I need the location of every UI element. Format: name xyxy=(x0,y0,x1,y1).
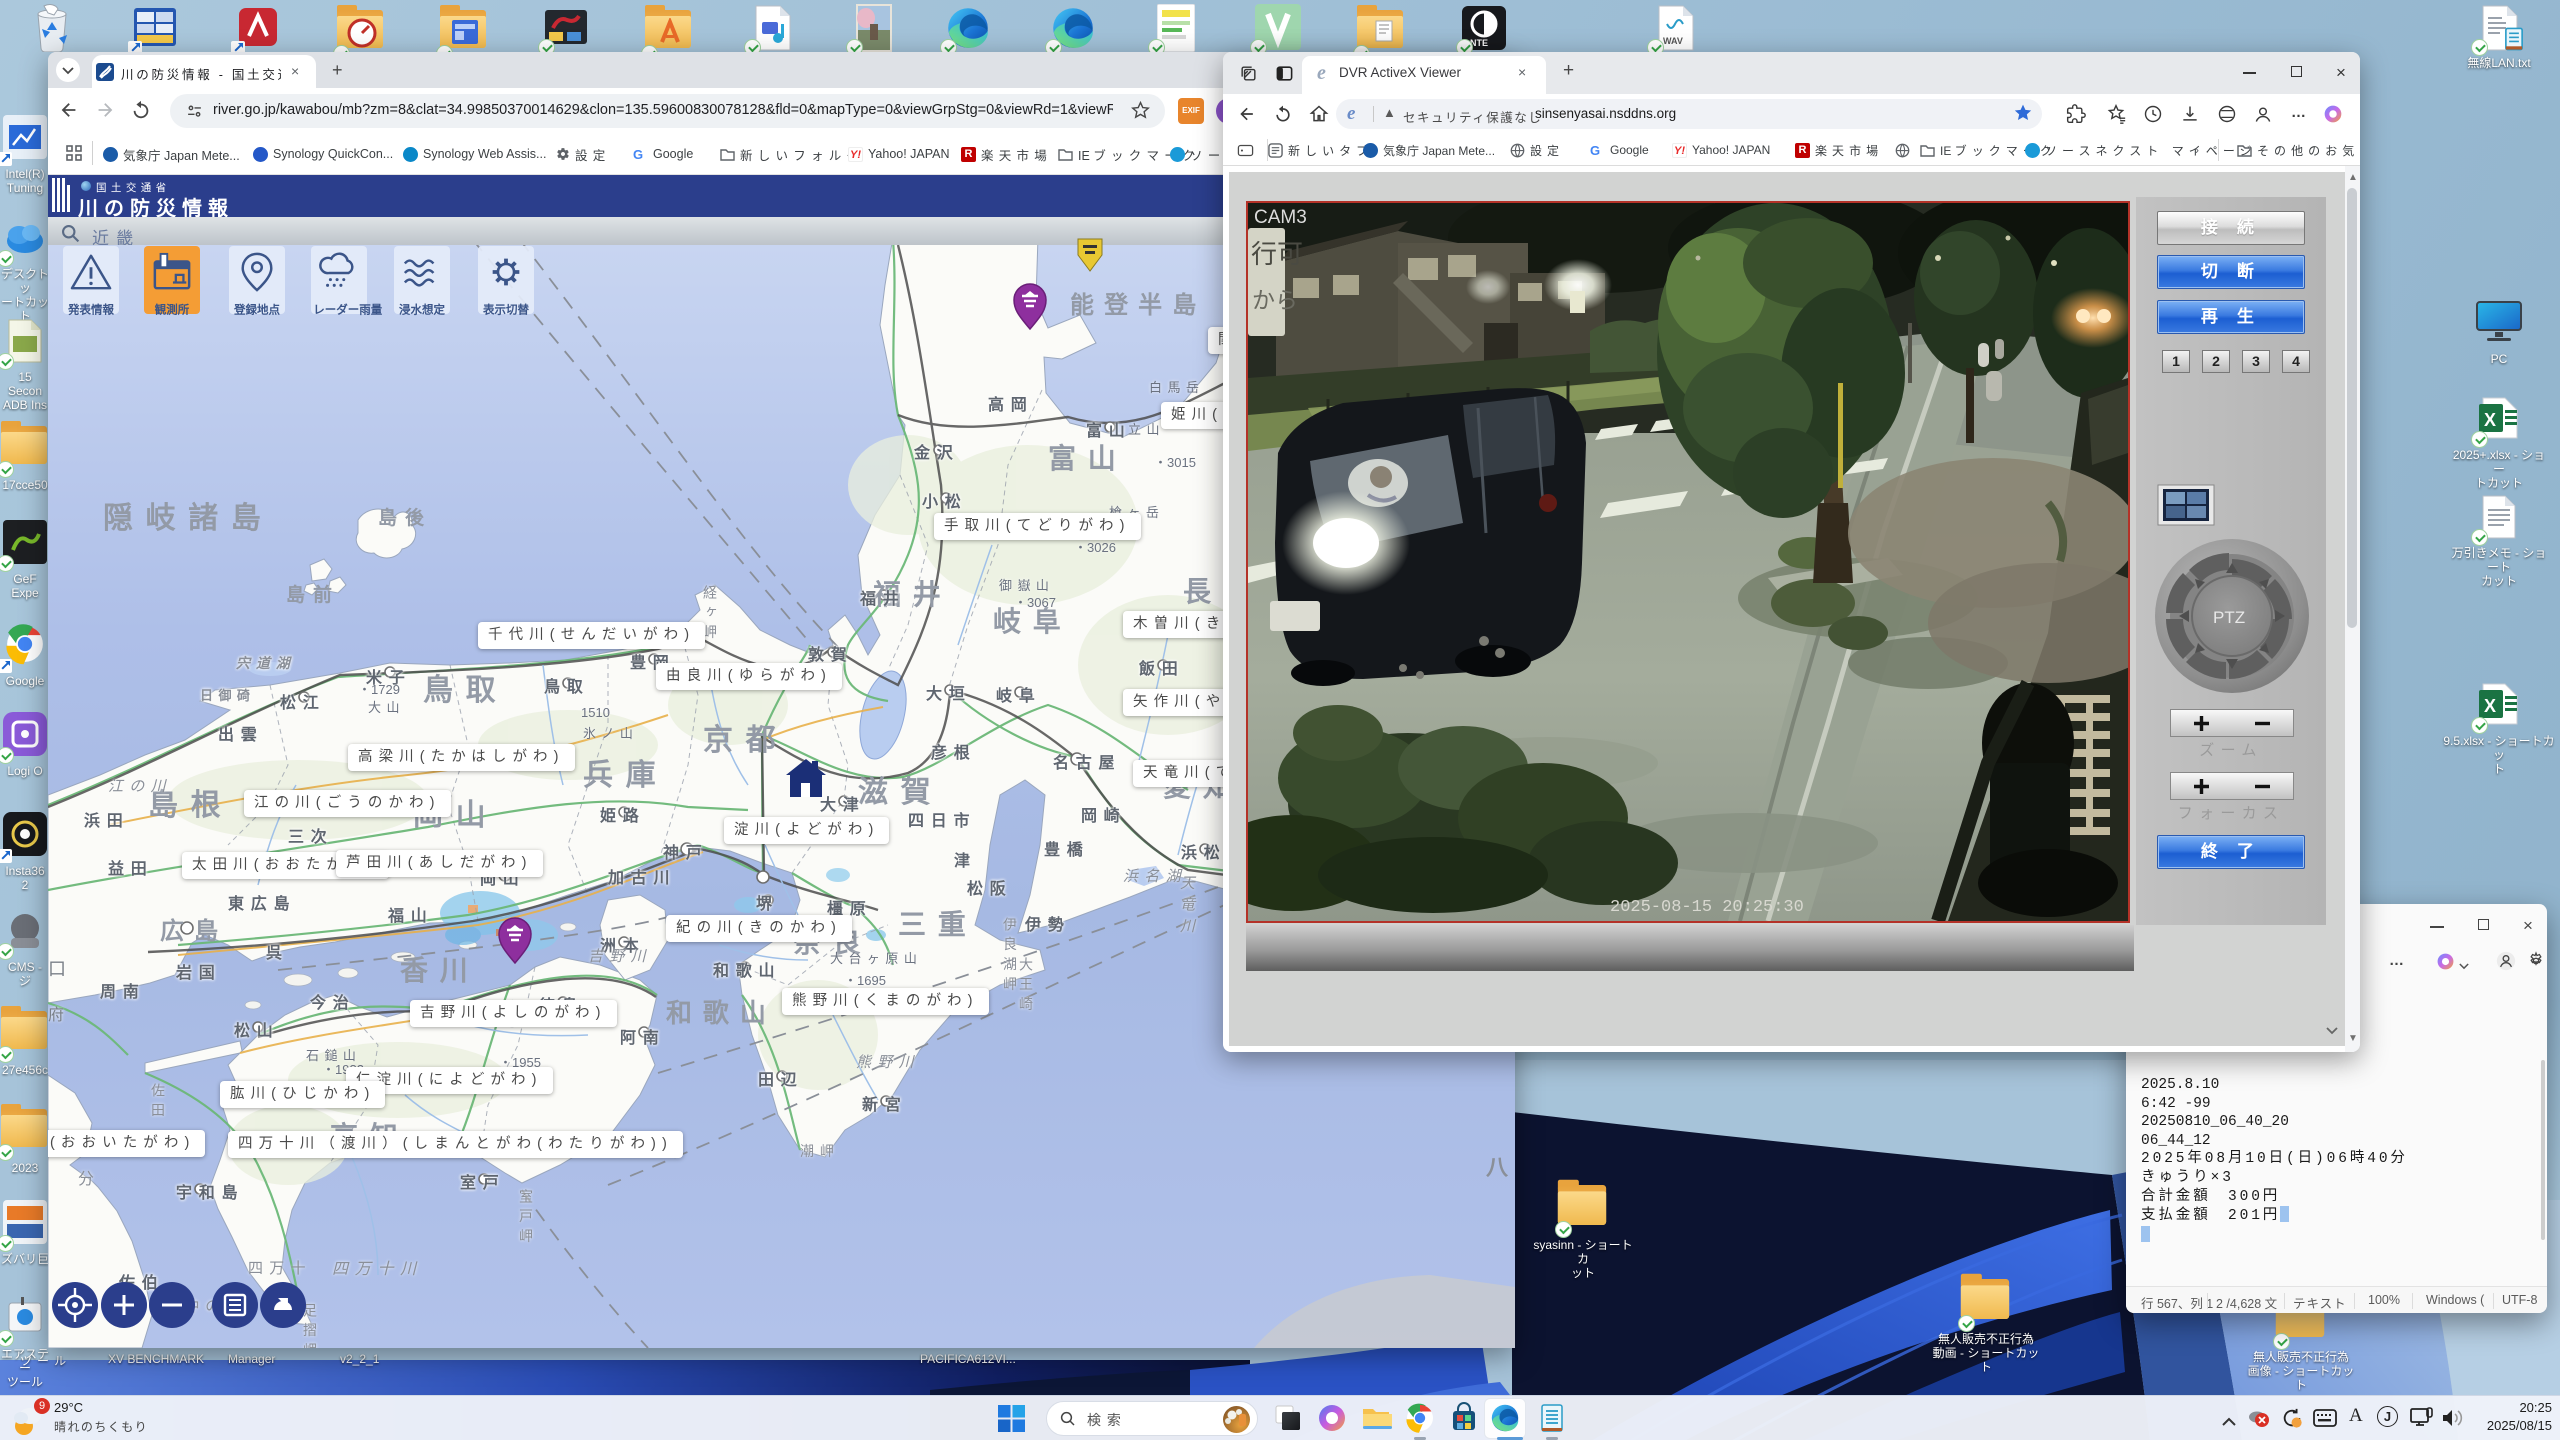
svg-text:から: から xyxy=(1252,287,1298,313)
svg-text:WAV: WAV xyxy=(1663,36,1683,46)
svg-text:CAM3: CAM3 xyxy=(1254,207,1307,228)
svg-text:X: X xyxy=(2484,410,2496,430)
svg-text:X: X xyxy=(2484,696,2496,716)
svg-text:PTZ: PTZ xyxy=(2213,608,2245,627)
svg-text:2025-08-15 20:25:30: 2025-08-15 20:25:30 xyxy=(1610,898,1804,917)
svg-text:行可: 行可 xyxy=(1251,239,1303,269)
